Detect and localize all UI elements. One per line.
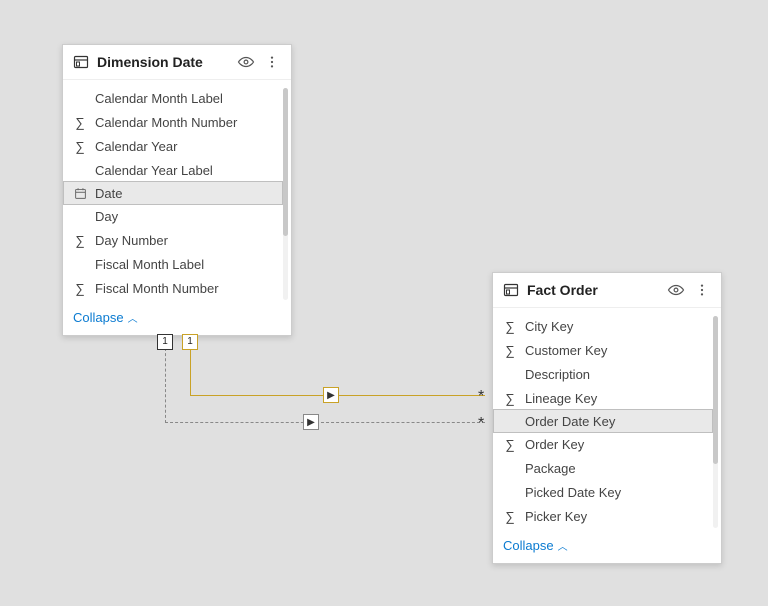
collapse-button[interactable]: Collapse ︿ (63, 304, 291, 335)
sigma-icon: ∑ (503, 319, 517, 333)
collapse-button[interactable]: Collapse ︿ (493, 532, 721, 563)
cardinality-many-badge: * (478, 389, 484, 405)
field-label: Day (95, 209, 118, 224)
field-row[interactable]: ∑ Calendar Month Label (63, 86, 291, 110)
field-row-selected[interactable]: ∑ Order Date Key (493, 409, 713, 433)
relationship-line-active[interactable] (190, 348, 191, 396)
field-label: Fiscal Month Number (95, 281, 219, 296)
more-options-icon[interactable] (693, 281, 711, 299)
field-row[interactable]: ∑ City Key (493, 314, 721, 338)
table-icon (73, 54, 89, 70)
collapse-label: Collapse (503, 538, 554, 553)
field-label: Fiscal Month Label (95, 257, 204, 272)
table-card-fact-order: Fact Order ∑ City Key ∑ Customer Key ∑ D… (492, 272, 722, 564)
field-row[interactable]: ∑ Fiscal Month Number (63, 276, 291, 300)
field-label: Order Key (525, 437, 584, 452)
sigma-icon: ∑ (503, 437, 517, 451)
field-row[interactable]: ∑ Calendar Month Number (63, 110, 291, 134)
field-row[interactable]: ∑ Day (63, 204, 291, 228)
visibility-icon[interactable] (667, 281, 685, 299)
sigma-icon: ∑ (73, 233, 87, 247)
field-row[interactable]: ∑ Order Key (493, 432, 721, 456)
table-header: Dimension Date (63, 45, 291, 80)
field-label: Customer Key (525, 343, 607, 358)
field-row[interactable]: ∑ Lineage Key (493, 386, 721, 410)
table-icon (503, 282, 519, 298)
field-label: Picker Key (525, 509, 587, 524)
table-title: Dimension Date (97, 54, 229, 70)
field-row[interactable]: ∑ Customer Key (493, 338, 721, 362)
field-label: Picked Date Key (525, 485, 621, 500)
field-list: ∑ Calendar Month Label ∑ Calendar Month … (63, 80, 291, 304)
field-label: Calendar Year Label (95, 163, 213, 178)
field-label: Lineage Key (525, 391, 597, 406)
sigma-icon: ∑ (73, 281, 87, 295)
sigma-icon: ∑ (503, 391, 517, 405)
field-row[interactable]: ∑ Calendar Year Label (63, 158, 291, 182)
cardinality-one-badge: 1 (182, 334, 198, 350)
more-options-icon[interactable] (263, 53, 281, 71)
table-title: Fact Order (527, 282, 659, 298)
sigma-icon: ∑ (503, 509, 517, 523)
sigma-icon: ∑ (503, 343, 517, 357)
collapse-label: Collapse (73, 310, 124, 325)
cardinality-one-badge: 1 (157, 334, 173, 350)
field-label: Date (95, 186, 122, 201)
field-label: Calendar Year (95, 139, 177, 154)
sigma-icon: ∑ (73, 115, 87, 129)
calendar-icon (73, 186, 87, 200)
table-card-dimension-date: Dimension Date ∑ Calendar Month Label ∑ … (62, 44, 292, 336)
field-row[interactable]: ∑ Day Number (63, 228, 291, 252)
field-row[interactable]: ∑ Picked Date Key (493, 480, 721, 504)
relationship-direction-icon: ▶ (303, 414, 319, 430)
relationship-direction-icon: ▶ (323, 387, 339, 403)
field-row[interactable]: ∑ Calendar Year (63, 134, 291, 158)
field-row[interactable]: ∑ Fiscal Month Label (63, 252, 291, 276)
cardinality-many-badge: * (478, 416, 484, 432)
chevron-up-icon: ︿ (128, 310, 138, 325)
field-row[interactable]: ∑ Package (493, 456, 721, 480)
scrollbar-thumb[interactable] (713, 316, 718, 464)
scrollbar[interactable] (713, 316, 718, 528)
relationship-line-inactive[interactable] (165, 348, 166, 423)
field-row[interactable]: ∑ Description (493, 362, 721, 386)
field-label: Order Date Key (525, 414, 615, 429)
chevron-up-icon: ︿ (558, 538, 568, 553)
field-label: Calendar Month Label (95, 91, 223, 106)
scrollbar-thumb[interactable] (283, 88, 288, 236)
field-list: ∑ City Key ∑ Customer Key ∑ Description … (493, 308, 721, 532)
field-row[interactable]: ∑ Picker Key (493, 504, 721, 528)
sigma-icon: ∑ (73, 139, 87, 153)
scrollbar[interactable] (283, 88, 288, 300)
field-row-selected[interactable]: Date (63, 181, 283, 205)
field-label: Calendar Month Number (95, 115, 237, 130)
field-label: Day Number (95, 233, 168, 248)
field-label: Package (525, 461, 576, 476)
relationship-line-inactive[interactable] (165, 422, 485, 423)
visibility-icon[interactable] (237, 53, 255, 71)
field-label: Description (525, 367, 590, 382)
table-header: Fact Order (493, 273, 721, 308)
field-label: City Key (525, 319, 573, 334)
